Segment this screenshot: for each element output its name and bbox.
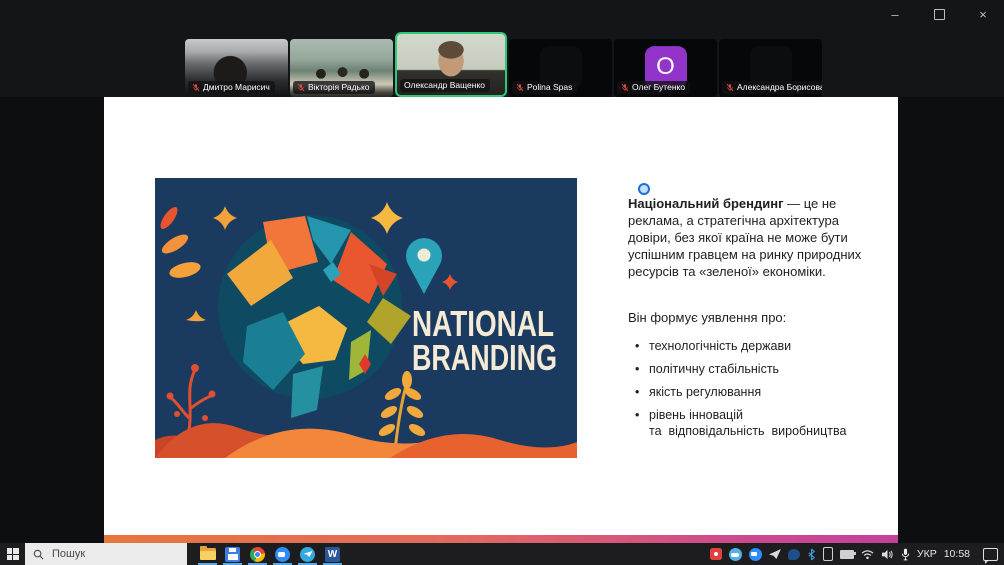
active-speaker-tile[interactable]: Олександр Ващенко <box>395 32 507 97</box>
participant-tile[interactable]: Вікторія Радько <box>290 39 393 97</box>
participant-name: Олександр Ващенко <box>404 80 485 90</box>
cloud-icon[interactable] <box>729 548 742 561</box>
window-controls: – × <box>882 4 996 24</box>
participant-tile[interactable]: Polina Spas <box>509 39 612 97</box>
floppy-icon <box>225 547 240 562</box>
search-icon <box>33 549 44 560</box>
participant-name-pill: Олександр Ващенко <box>400 79 490 92</box>
participant-name-pill: Олег Бутенко <box>617 81 690 94</box>
clock[interactable]: 10:58 <box>944 548 970 560</box>
bullet-item: політичну стабільність <box>628 362 880 377</box>
taskbar: W УКР 10:58 <box>0 543 1004 565</box>
zoom-app-button[interactable] <box>270 543 295 565</box>
muted-mic-icon <box>726 83 734 92</box>
taskbar-app-icons: W <box>195 543 345 565</box>
slide-bullet-list: технологічність держави політичну стабіл… <box>628 339 880 439</box>
file-explorer-button[interactable] <box>195 543 220 565</box>
folder-icon <box>200 548 216 560</box>
telegram-button[interactable] <box>295 543 320 565</box>
minimize-icon: – <box>891 7 898 22</box>
slide-footer-gradient <box>104 535 898 543</box>
system-tray: УКР 10:58 <box>710 547 1004 561</box>
participant-name-pill: Вікторія Радько <box>293 81 375 94</box>
taskbar-search[interactable] <box>25 543 187 565</box>
chrome-button[interactable] <box>245 543 270 565</box>
start-button[interactable] <box>0 543 25 565</box>
bullet-continuation: та відповідальність виробництва <box>649 424 880 439</box>
messenger-icon[interactable] <box>788 549 800 560</box>
slide-paragraph: Національний брендинг — це не реклама, а… <box>628 195 880 280</box>
poster-title-line2: BRANDING <box>412 337 557 378</box>
shared-screen: NATIONAL BRANDING Національний брендинг … <box>104 97 898 543</box>
chrome-icon <box>250 547 265 562</box>
word-icon: W <box>325 547 340 562</box>
word-button[interactable]: W <box>320 543 345 565</box>
muted-mic-icon <box>621 83 629 92</box>
bullet-item: якість регулювання <box>628 385 880 400</box>
zoom-tray-icon[interactable] <box>749 548 762 561</box>
wifi-icon[interactable] <box>861 549 874 560</box>
participant-tile[interactable]: O Олег Бутенко <box>614 39 717 97</box>
minimize-button[interactable]: – <box>882 4 908 24</box>
language-indicator[interactable]: УКР <box>917 548 937 560</box>
action-center-icon[interactable] <box>983 548 998 561</box>
slide-subheading: Він формує уявлення про: <box>628 310 880 325</box>
muted-mic-icon <box>297 83 305 92</box>
muted-mic-icon <box>516 83 524 92</box>
participant-strip: Дмитро Марисич Вікторія Радько Олександр… <box>185 37 822 97</box>
participant-name: Polina Spas <box>527 82 572 92</box>
avatar-initial: O <box>656 53 675 81</box>
participant-name: Вікторія Радько <box>308 82 370 92</box>
restore-icon <box>934 9 945 20</box>
participant-name-pill: Дмитро Марисич <box>188 81 275 94</box>
bluetooth-icon[interactable] <box>807 548 816 561</box>
recording-icon[interactable] <box>710 548 722 560</box>
battery-icon[interactable] <box>840 550 854 559</box>
slide-heading: Національний брендинг <box>628 196 784 211</box>
telegram-icon <box>300 547 315 562</box>
search-input[interactable] <box>50 547 164 561</box>
slide-poster: NATIONAL BRANDING <box>155 178 577 458</box>
restore-button[interactable] <box>926 4 952 24</box>
participant-name: Александра Борисова <box>737 82 822 92</box>
windows-logo-icon <box>7 548 19 560</box>
participant-name-pill: Polina Spas <box>512 81 577 94</box>
muted-mic-icon <box>192 83 200 92</box>
close-icon: × <box>979 7 987 22</box>
participant-tile[interactable]: Александра Борисова <box>719 39 822 97</box>
annotation-dot-icon <box>638 183 650 195</box>
participant-name-pill: Александра Борисова <box>722 81 822 94</box>
participant-tile[interactable]: Дмитро Марисич <box>185 39 288 97</box>
save-app-button[interactable] <box>220 543 245 565</box>
telegram-tray-icon[interactable] <box>769 549 781 559</box>
microphone-icon[interactable] <box>901 548 910 561</box>
slide-text-column: Національний брендинг — це не реклама, а… <box>628 185 880 447</box>
volume-icon[interactable] <box>881 549 894 560</box>
phone-link-icon[interactable] <box>823 547 833 561</box>
bullet-item: рівень інноваційта відповідальність виро… <box>628 408 880 439</box>
participant-name: Олег Бутенко <box>632 82 685 92</box>
zoom-icon <box>275 547 290 562</box>
participant-name: Дмитро Марисич <box>203 82 270 92</box>
close-button[interactable]: × <box>970 4 996 24</box>
bullet-item: технологічність держави <box>628 339 880 354</box>
